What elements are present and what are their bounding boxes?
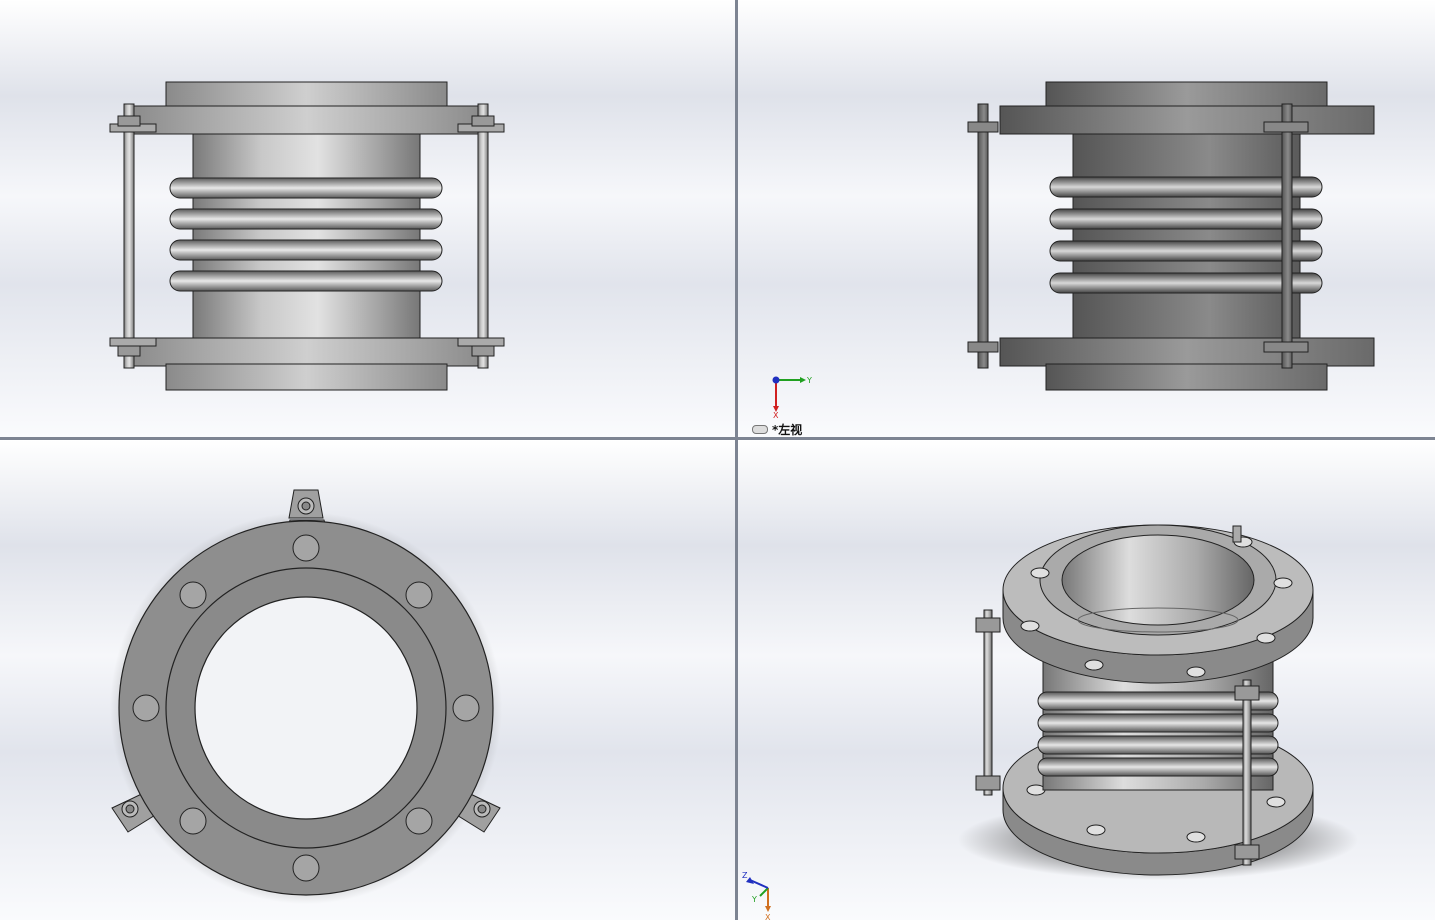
front-view-drawing xyxy=(109,81,505,391)
axis-z-label: Z xyxy=(742,871,748,880)
viewport-isometric[interactable]: Z Y X xyxy=(738,440,1435,920)
viewport-front[interactable] xyxy=(0,0,735,437)
left-view-drawing: X Y xyxy=(772,81,1375,420)
bottom-flange xyxy=(999,337,1375,367)
view-orientation-label[interactable]: *左视 xyxy=(752,421,802,438)
view-name-text: *左视 xyxy=(772,423,803,437)
bore xyxy=(194,596,418,820)
axis-triad: Z Y X xyxy=(742,871,771,920)
axis-x-label: X xyxy=(773,411,779,420)
viewport-left[interactable]: X Y xyxy=(738,0,1435,437)
view-eye-icon xyxy=(752,425,768,434)
tie-rod-left xyxy=(109,103,157,369)
axis-y-label: Y xyxy=(751,895,757,904)
bottom-flange xyxy=(127,337,487,367)
top-bore xyxy=(1061,534,1255,626)
axis-y-label: Y xyxy=(806,376,812,385)
tie-rod-right xyxy=(457,103,505,369)
axis-triad: X Y xyxy=(772,376,812,420)
viewport-top[interactable] xyxy=(0,440,735,920)
axis-x-label: X xyxy=(765,913,771,920)
viewport-divider-horizontal[interactable] xyxy=(0,437,1435,440)
tie-rod-left xyxy=(967,103,999,369)
top-pipe-stub xyxy=(165,81,448,109)
tie-rod-left xyxy=(975,609,1001,796)
body-cylinder xyxy=(192,133,421,340)
bottom-pipe-stub xyxy=(165,363,448,391)
body-cylinder xyxy=(1072,133,1301,340)
top-flange xyxy=(999,105,1375,135)
top-view-drawing xyxy=(110,489,502,904)
top-flange xyxy=(127,105,487,135)
viewport-divider-vertical[interactable] xyxy=(735,0,738,920)
isometric-view-drawing: Z Y X xyxy=(742,524,1358,920)
